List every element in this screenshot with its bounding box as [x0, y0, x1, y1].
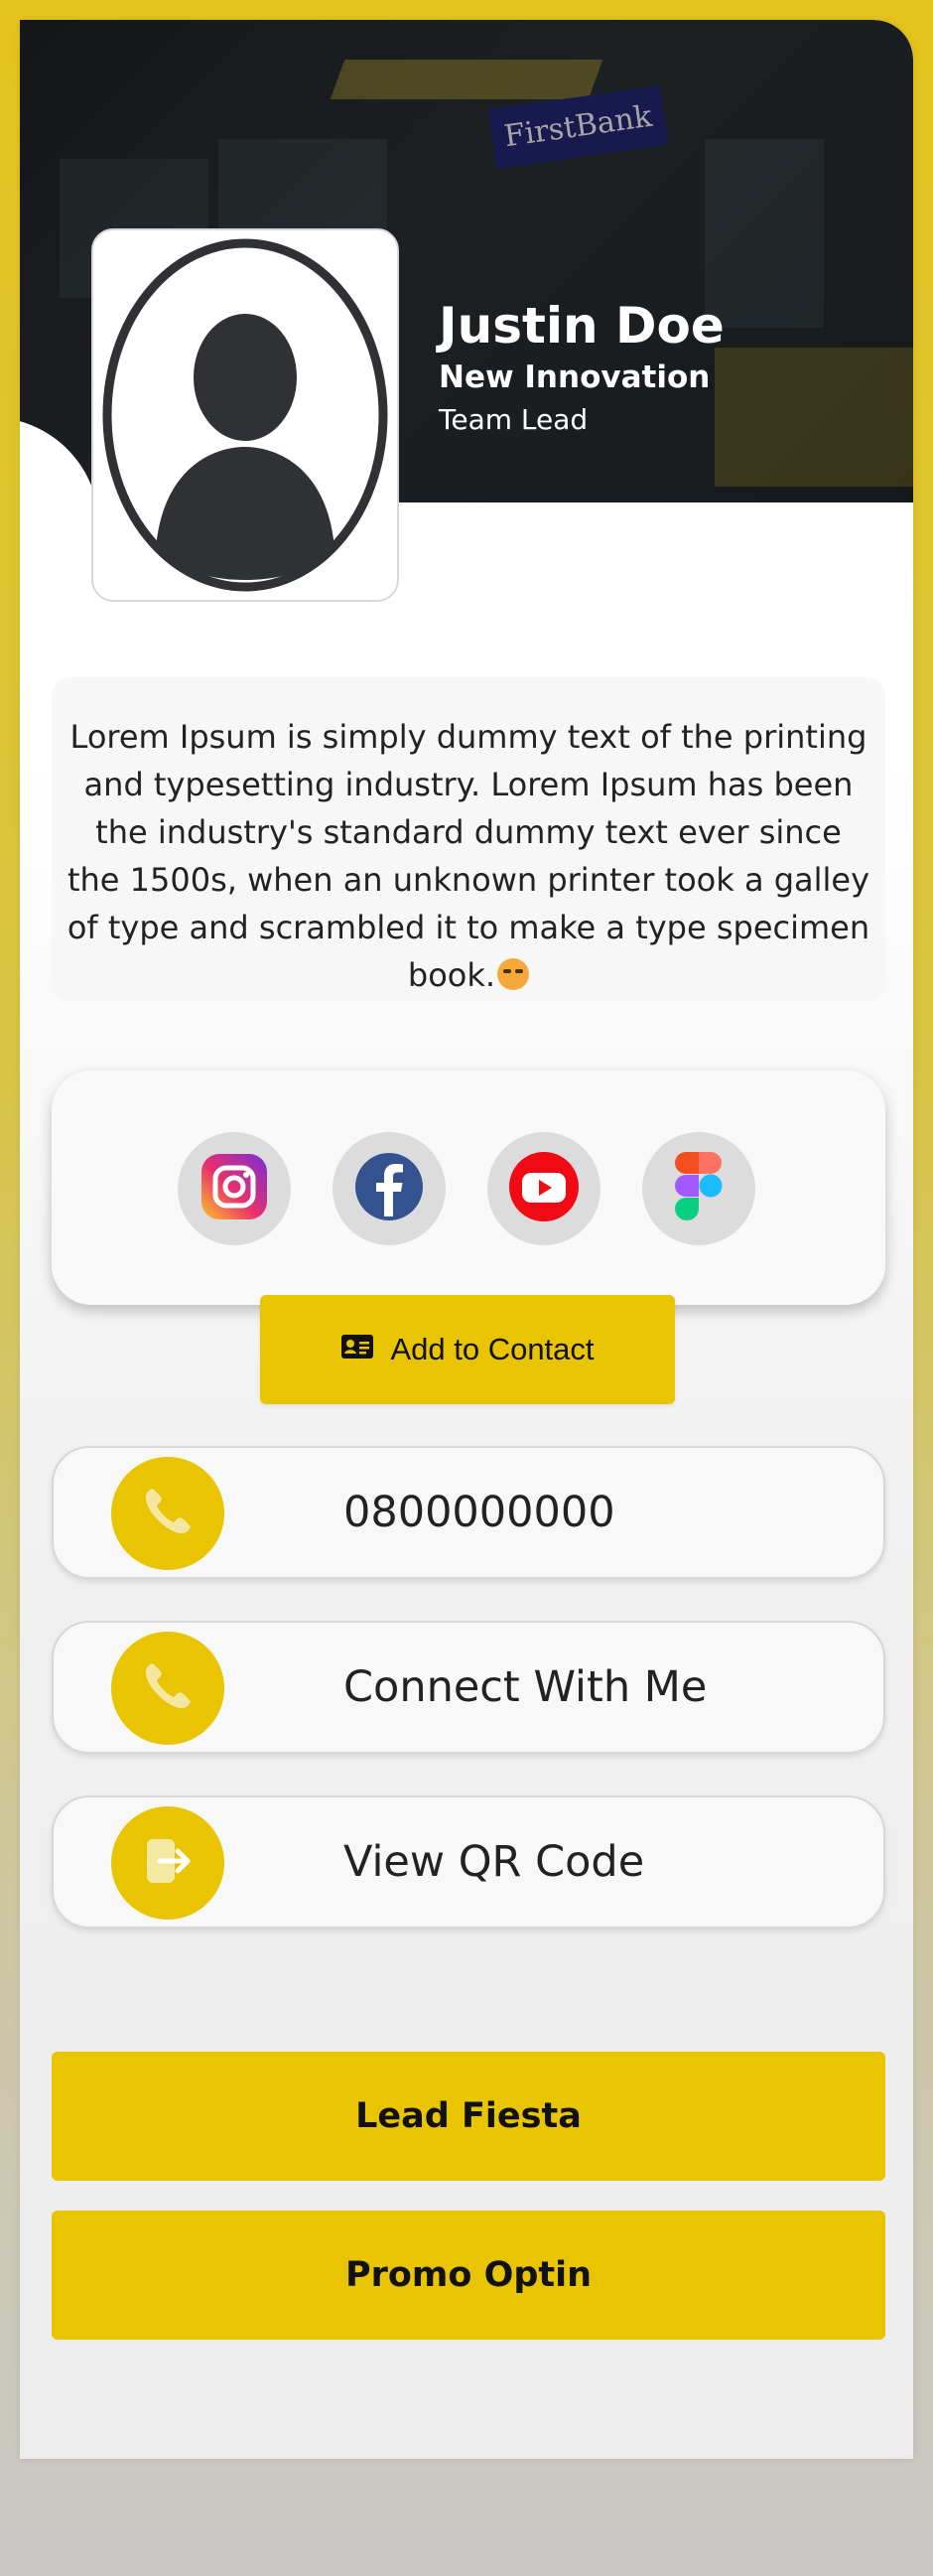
connect-with-me-label: Connect With Me [343, 1662, 708, 1712]
name-block: Justin Doe New Innovation Team Lead [439, 296, 725, 441]
phone-icon [139, 1657, 197, 1719]
avatar [91, 228, 399, 602]
profile-name: Justin Doe [439, 297, 725, 355]
view-qr-code-row[interactable]: View QR Code [52, 1795, 885, 1929]
bio-text: Lorem Ipsum is simply dummy text of the … [52, 677, 885, 1001]
figma-icon [674, 1151, 724, 1226]
qr-circle [111, 1806, 224, 1920]
connect-with-me-row[interactable]: Connect With Me [52, 1621, 885, 1754]
sign-in-icon [138, 1831, 198, 1895]
emoji-icon [497, 958, 530, 990]
profile-role: Team Lead [439, 403, 589, 436]
instagram-icon [200, 1152, 269, 1225]
add-to-contact-label: Add to Contact [390, 1332, 595, 1366]
bio-paragraph: Lorem Ipsum is simply dummy text of the … [67, 718, 870, 994]
youtube-icon [508, 1151, 580, 1226]
social-links-panel [52, 1071, 885, 1305]
add-to-contact-button[interactable]: Add to Contact [260, 1295, 675, 1404]
figma-button[interactable] [642, 1132, 755, 1245]
phone-number-row[interactable]: 0800000000 [52, 1446, 885, 1579]
phone-number-label: 0800000000 [343, 1488, 615, 1537]
facebook-button[interactable] [333, 1132, 446, 1245]
view-qr-code-label: View QR Code [343, 1837, 645, 1887]
contact-card-icon [340, 1332, 374, 1367]
youtube-button[interactable] [487, 1132, 600, 1245]
instagram-button[interactable] [178, 1132, 291, 1245]
promo-optin-button[interactable]: Promo Optin [52, 2211, 885, 2340]
connect-circle [111, 1632, 224, 1745]
profile-card: FirstBank Justin Doe New Innovation Team… [20, 20, 913, 2459]
facebook-icon [353, 1151, 425, 1226]
phone-icon [139, 1483, 197, 1544]
phone-circle [111, 1457, 224, 1570]
profile-company: New Innovation [439, 359, 711, 395]
lead-fiesta-button[interactable]: Lead Fiesta [52, 2052, 885, 2181]
